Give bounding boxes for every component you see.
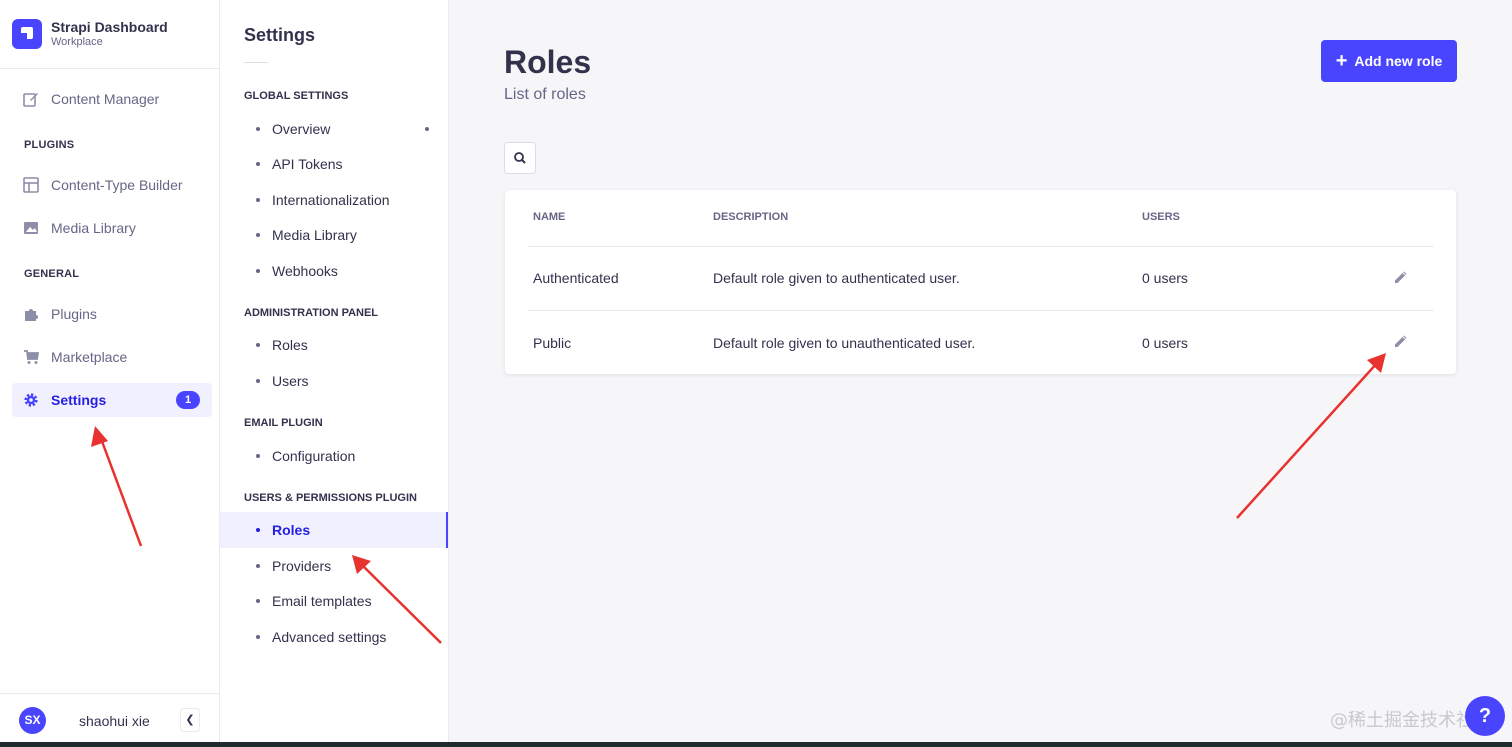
subnav-webhooks[interactable]: Webhooks bbox=[220, 253, 448, 289]
subnav-configuration[interactable]: Configuration bbox=[220, 438, 448, 474]
bullet-icon bbox=[256, 528, 260, 532]
bullet-icon bbox=[256, 454, 260, 458]
subnav-up-roles[interactable]: Roles bbox=[220, 512, 448, 548]
subnav-admin-roles[interactable]: Roles bbox=[220, 327, 448, 363]
column-header-users[interactable]: USERS bbox=[1142, 211, 1180, 223]
column-header-description[interactable]: DESCRIPTION bbox=[713, 211, 788, 223]
taskbar-strip bbox=[0, 742, 1512, 747]
nav-media-library[interactable]: Media Library bbox=[12, 211, 212, 245]
bullet-icon bbox=[256, 233, 260, 237]
subnav-overview-label: Overview bbox=[272, 121, 331, 137]
nav-content-manager-label: Content Manager bbox=[51, 91, 160, 107]
gear-icon bbox=[24, 393, 38, 407]
subnav-media-library-label: Media Library bbox=[272, 227, 357, 243]
subnav-title: Settings bbox=[244, 25, 316, 45]
subnav-admin-users[interactable]: Users bbox=[220, 363, 448, 399]
subnav-advanced-settings[interactable]: Advanced settings bbox=[220, 619, 448, 655]
settings-sub-nav: Settings GLOBAL SETTINGS Overview API To… bbox=[220, 0, 449, 747]
subnav-up-roles-label: Roles bbox=[272, 522, 311, 538]
role-users: 0 users bbox=[1142, 270, 1188, 286]
plus-icon: + bbox=[1335, 50, 1348, 72]
nav-marketplace-label: Marketplace bbox=[51, 349, 128, 365]
subnav-api-tokens-label: API Tokens bbox=[272, 156, 343, 172]
image-icon bbox=[24, 222, 38, 234]
add-new-role-button[interactable]: + Add new role bbox=[1321, 40, 1457, 82]
bullet-icon bbox=[256, 162, 260, 166]
subnav-email-templates[interactable]: Email templates bbox=[220, 583, 448, 619]
bullet-icon bbox=[256, 127, 260, 131]
subnav-providers[interactable]: Providers bbox=[220, 548, 448, 584]
search-button[interactable] bbox=[504, 142, 536, 174]
bullet-icon bbox=[256, 635, 260, 639]
main-nav: Strapi Dashboard Workplace Content Manag… bbox=[0, 0, 220, 747]
divider bbox=[528, 246, 1434, 247]
bullet-icon bbox=[256, 269, 260, 273]
role-description: Default role given to authenticated user… bbox=[713, 270, 960, 286]
subnav-admin-users-label: Users bbox=[272, 373, 309, 389]
user-name[interactable]: shaohui xie bbox=[79, 713, 150, 729]
subnav-advanced-settings-label: Advanced settings bbox=[272, 629, 387, 645]
settings-badge: 1 bbox=[176, 391, 200, 409]
avatar[interactable]: SX bbox=[19, 707, 46, 734]
subnav-media-library[interactable]: Media Library bbox=[220, 217, 448, 253]
subnav-configuration-label: Configuration bbox=[272, 448, 356, 464]
role-users: 0 users bbox=[1142, 335, 1188, 351]
column-header-name[interactable]: NAME bbox=[533, 211, 565, 223]
subnav-divider bbox=[244, 62, 268, 63]
pencil-square-icon bbox=[23, 93, 38, 107]
page-title: Roles bbox=[504, 44, 592, 80]
cart-icon bbox=[24, 350, 39, 364]
roles-table: NAME DESCRIPTION USERS Authenticated Def… bbox=[505, 190, 1456, 374]
nav-settings[interactable]: Settings 1 bbox=[12, 383, 212, 417]
nav-plugins[interactable]: Plugins bbox=[12, 297, 212, 331]
add-new-role-label: Add new role bbox=[1354, 53, 1443, 69]
subnav-email-templates-label: Email templates bbox=[272, 593, 372, 609]
brand-title: Strapi Dashboard bbox=[51, 19, 168, 35]
bullet-icon bbox=[256, 198, 260, 202]
bullet-icon bbox=[256, 564, 260, 568]
layout-icon bbox=[23, 177, 39, 193]
bullet-icon bbox=[256, 599, 260, 603]
user-bar: SX shaohui xie ❮ bbox=[0, 693, 220, 747]
nav-section-plugins: PLUGINS bbox=[24, 139, 75, 151]
nav-section-general: GENERAL bbox=[24, 268, 80, 280]
subnav-overview[interactable]: Overview bbox=[220, 111, 448, 147]
subnav-internationalization[interactable]: Internationalization bbox=[220, 182, 448, 218]
pencil-icon[interactable] bbox=[1392, 270, 1408, 286]
annotation-arrow bbox=[1236, 361, 1379, 519]
nav-plugins-label: Plugins bbox=[51, 306, 97, 322]
role-name: Public bbox=[533, 335, 572, 351]
pencil-icon[interactable] bbox=[1392, 334, 1408, 350]
subnav-providers-label: Providers bbox=[272, 558, 332, 574]
section-email-plugin: EMAIL PLUGIN bbox=[244, 417, 323, 429]
help-button[interactable]: ? bbox=[1465, 696, 1505, 736]
role-description: Default role given to unauthenticated us… bbox=[713, 335, 976, 351]
nav-marketplace[interactable]: Marketplace bbox=[12, 340, 212, 374]
subnav-admin-roles-label: Roles bbox=[272, 337, 308, 353]
role-name: Authenticated bbox=[533, 270, 619, 286]
bullet-icon bbox=[256, 343, 260, 347]
chevron-left-icon[interactable]: ❮ bbox=[180, 708, 200, 732]
nav-content-type-builder-label: Content-Type Builder bbox=[51, 177, 183, 193]
search-icon bbox=[514, 152, 526, 164]
subnav-internationalization-label: Internationalization bbox=[272, 192, 390, 208]
bullet-icon bbox=[256, 379, 260, 383]
subnav-webhooks-label: Webhooks bbox=[272, 263, 338, 279]
strapi-logo-icon bbox=[12, 19, 42, 49]
divider bbox=[528, 310, 1434, 311]
section-administration-panel: ADMINISTRATION PANEL bbox=[244, 307, 379, 319]
nav-content-manager[interactable]: Content Manager bbox=[12, 82, 212, 116]
notification-dot-icon bbox=[425, 127, 429, 131]
nav-content-type-builder[interactable]: Content-Type Builder bbox=[12, 168, 212, 202]
subnav-api-tokens[interactable]: API Tokens bbox=[220, 146, 448, 182]
brand: Strapi Dashboard Workplace bbox=[0, 0, 219, 69]
page-subtitle: List of roles bbox=[504, 86, 586, 103]
brand-subtitle: Workplace bbox=[51, 36, 103, 48]
section-global-settings: GLOBAL SETTINGS bbox=[244, 90, 349, 102]
nav-media-library-label: Media Library bbox=[51, 220, 136, 236]
puzzle-icon bbox=[25, 309, 38, 321]
nav-settings-label: Settings bbox=[51, 392, 107, 408]
section-users-permissions: USERS & PERMISSIONS PLUGIN bbox=[244, 492, 417, 504]
